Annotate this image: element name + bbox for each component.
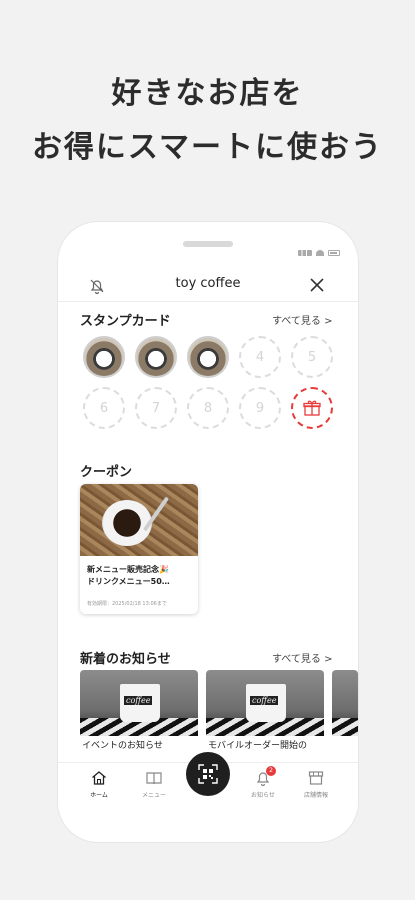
news-section-title: 新着のお知らせ — [80, 652, 171, 667]
shop-icon — [308, 771, 324, 785]
phone-speaker — [183, 241, 233, 247]
signal-icon — [298, 250, 312, 256]
stamp-5: 5 — [291, 336, 333, 378]
stamp-4: 4 — [239, 336, 281, 378]
reward-stamp[interactable] — [291, 387, 333, 429]
status-bar — [298, 250, 340, 256]
wifi-icon — [316, 250, 324, 256]
qr-code-icon — [198, 764, 218, 784]
promo-headline-line1: 好きなお店を — [111, 76, 304, 111]
coupon-card[interactable]: 新メニュー販売記念🎉 ドリンクメニュー50… 有効期限：2025/02/18 1… — [80, 484, 198, 614]
tab-notifications[interactable]: 2 お知らせ — [238, 766, 288, 799]
phone-frame: toy coffee スタンプカード すべて見る > 4 5 6 7 8 9 ク… — [58, 222, 358, 842]
tab-store-info-label: 店舗情報 — [303, 792, 328, 799]
qr-scan-button[interactable] — [186, 752, 230, 796]
news-card[interactable]: モバイルオーダー開始の — [206, 670, 324, 752]
header-divider — [58, 301, 358, 302]
coupon-title-line2: ドリンクメニュー50… — [87, 577, 170, 586]
home-icon — [92, 771, 106, 785]
notification-badge: 2 — [266, 766, 276, 776]
news-title: モバイルオーダー開始の — [208, 741, 308, 751]
stamp-3 — [187, 336, 229, 378]
news-title: イベントのお知らせ — [82, 741, 163, 751]
stamp-card-see-all-link[interactable]: すべて見る > — [272, 312, 332, 327]
close-icon[interactable] — [308, 276, 326, 294]
coffee-mug-image — [120, 684, 160, 722]
stamp-1 — [83, 336, 125, 378]
app-header: toy coffee — [58, 270, 358, 300]
news-see-all-link[interactable]: すべて見る > — [272, 650, 332, 665]
coffee-cup-image — [102, 500, 152, 546]
stamp-8: 8 — [187, 387, 229, 429]
tab-notifications-label: お知らせ — [251, 792, 275, 799]
gift-icon — [303, 400, 321, 416]
stamp-2 — [135, 336, 177, 378]
tab-menu[interactable]: メニュー — [129, 769, 179, 799]
stamp-9: 9 — [239, 387, 281, 429]
tab-menu-label: メニュー — [141, 792, 166, 799]
news-card[interactable]: イベントのお知らせ — [80, 670, 198, 752]
battery-icon — [328, 250, 340, 256]
stamp-6: 6 — [83, 387, 125, 429]
coupon-title-line1: 新メニュー販売記念🎉 — [87, 565, 169, 574]
tab-store-info[interactable]: 店舗情報 — [291, 769, 341, 799]
tab-home-label: ホーム — [90, 792, 108, 799]
coupon-expiry: 有効期限：2025/02/18 13:06まで — [87, 601, 167, 607]
stamp-7: 7 — [135, 387, 177, 429]
news-image-cloth — [332, 718, 358, 736]
coffee-mug-image — [246, 684, 286, 722]
coupon-section-title: クーポン — [80, 465, 133, 480]
stamp-card-title: スタンプカード — [80, 314, 171, 329]
news-card-partial[interactable] — [332, 670, 358, 752]
promo-headline-line2: お得にスマートに使おう — [31, 130, 384, 165]
menu-book-icon — [146, 772, 162, 785]
tab-home[interactable]: ホーム — [74, 769, 124, 799]
